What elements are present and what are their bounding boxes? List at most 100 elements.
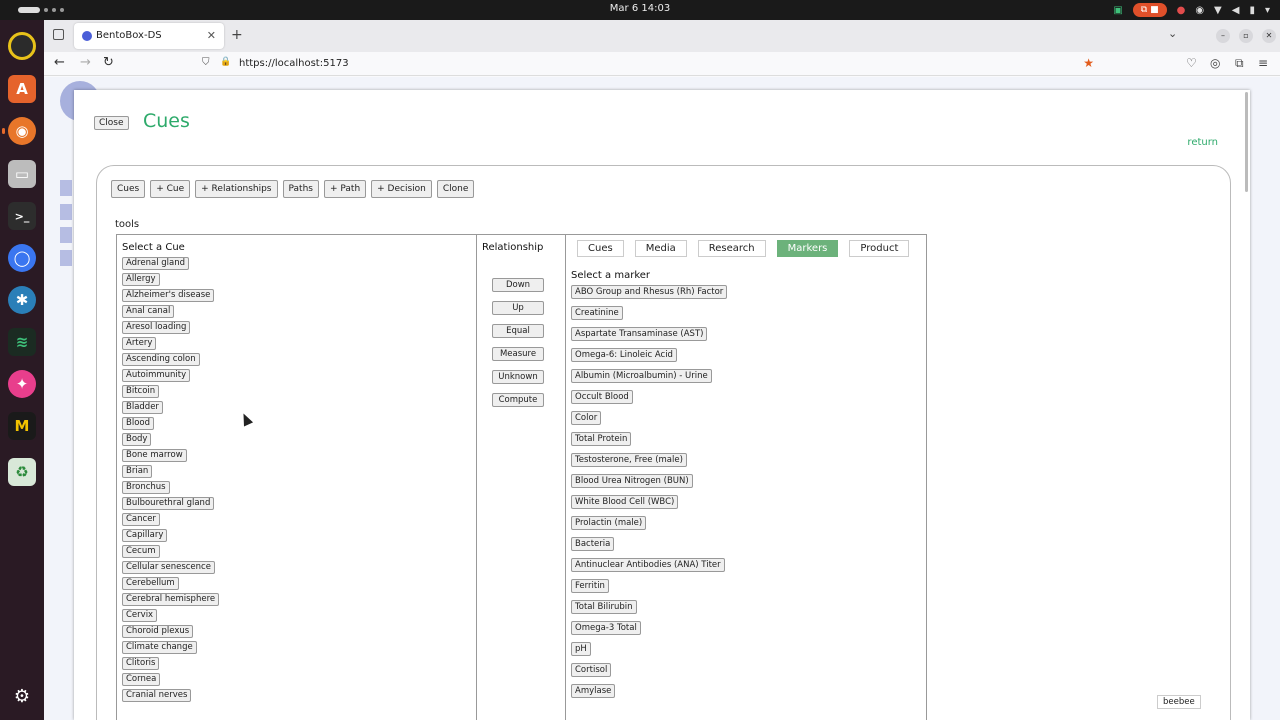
forward-icon[interactable]: →	[80, 55, 91, 70]
system-clock[interactable]: Mar 6 14:03	[0, 3, 1280, 14]
volume-icon[interactable]: ◀	[1232, 5, 1240, 16]
cue-item[interactable]: Choroid plexus	[122, 625, 194, 638]
browser-tab[interactable]: BentoBox-DS ✕	[74, 23, 224, 49]
cue-item[interactable]: Cerebellum	[122, 577, 179, 590]
cue-item[interactable]: Body	[122, 433, 152, 446]
cue-item[interactable]: Cellular senescence	[122, 561, 215, 574]
tab-research[interactable]: Research	[697, 240, 766, 257]
signal-icon[interactable]: ◯	[8, 244, 36, 272]
battery-icon[interactable]: ▮	[1249, 5, 1255, 16]
new-tab-icon[interactable]: +	[231, 27, 243, 43]
cue-item[interactable]: Cancer	[122, 513, 160, 526]
return-link[interactable]: return	[1187, 137, 1218, 148]
marker-item[interactable]: pH	[571, 642, 591, 656]
marker-item[interactable]: White Blood Cell (WBC)	[571, 495, 679, 509]
close-button[interactable]: Close	[94, 116, 129, 130]
marker-item[interactable]: Omega-3 Total	[571, 621, 641, 635]
url-bar[interactable]: ⛉ 🔒 https://localhost:5173 ★	[194, 54, 1094, 74]
accessibility-icon[interactable]: ◉	[1195, 5, 1204, 16]
cue-item[interactable]: Allergy	[122, 273, 160, 286]
marker-item[interactable]: ABO Group and Rhesus (Rh) Factor	[571, 285, 728, 299]
reload-icon[interactable]: ↻	[103, 55, 114, 70]
marker-item[interactable]: Antinuclear Antibodies (ANA) Titer	[571, 558, 725, 572]
cue-item[interactable]: Clitoris	[122, 657, 160, 670]
tab-cues[interactable]: Cues	[577, 240, 624, 257]
cue-item[interactable]: Cornea	[122, 673, 161, 686]
toolbar-button[interactable]: + Cue	[150, 180, 191, 198]
tab-product[interactable]: Product	[849, 240, 910, 257]
cue-item[interactable]: Capillary	[122, 529, 168, 542]
account-icon[interactable]: ◎	[1210, 56, 1220, 70]
marker-item[interactable]: Omega-6: Linoleic Acid	[571, 348, 677, 362]
marker-item[interactable]: Albumin (Microalbumin) - Urine	[571, 369, 712, 383]
close-window-icon[interactable]: ✕	[1262, 29, 1276, 43]
cue-item[interactable]: Autoimmunity	[122, 369, 191, 382]
files-icon[interactable]: ▭	[8, 160, 36, 188]
tab-markers[interactable]: Markers	[776, 240, 839, 257]
marker-item[interactable]: Total Protein	[571, 432, 632, 446]
m-app-icon[interactable]: M	[8, 412, 36, 440]
cue-item[interactable]: Climate change	[122, 641, 197, 654]
cue-item[interactable]: Anal canal	[122, 305, 175, 318]
marker-item[interactable]: Total Bilirubin	[571, 600, 637, 614]
maximize-icon[interactable]: ▫	[1239, 29, 1253, 43]
cue-item[interactable]: Bitcoin	[122, 385, 160, 398]
cue-item[interactable]: Alzheimer's disease	[122, 289, 215, 302]
cue-item[interactable]: Brian	[122, 465, 153, 478]
cue-item[interactable]: Blood	[122, 417, 154, 430]
relationship-button[interactable]: Compute	[492, 393, 544, 407]
cue-item[interactable]: Cerebral hemisphere	[122, 593, 220, 606]
trash-icon[interactable]: ♻	[8, 458, 36, 486]
toolbar-button[interactable]: + Path	[323, 180, 367, 198]
relationship-button[interactable]: Measure	[492, 347, 544, 361]
marker-item[interactable]: Creatinine	[571, 306, 623, 320]
extensions-icon[interactable]: ⧉	[1235, 56, 1244, 71]
tab-history-icon[interactable]	[53, 29, 64, 40]
toolbar-button[interactable]: Clone	[436, 180, 475, 198]
toolbar-button[interactable]: Paths	[282, 180, 319, 198]
rhythmbox-icon[interactable]	[8, 32, 36, 60]
cue-item[interactable]: Artery	[122, 337, 157, 350]
cue-item[interactable]: Aresol loading	[122, 321, 191, 334]
cue-item[interactable]: Bronchus	[122, 481, 170, 494]
power-menu-icon[interactable]: ▾	[1265, 5, 1270, 16]
minimize-icon[interactable]: –	[1216, 29, 1230, 43]
app-center-icon[interactable]: A	[8, 75, 36, 103]
color-app-icon[interactable]: ✦	[8, 370, 36, 398]
wifi-icon[interactable]: ▼	[1214, 5, 1222, 16]
toolbar-button[interactable]: Cues	[111, 180, 146, 198]
cue-item[interactable]: Bladder	[122, 401, 163, 414]
show-apps-icon[interactable]: ⚙	[8, 682, 36, 710]
cue-item[interactable]: Cervix	[122, 609, 158, 622]
marker-item[interactable]: Bacteria	[571, 537, 615, 551]
marker-item[interactable]: Aspartate Transaminase (AST)	[571, 327, 708, 341]
tab-media[interactable]: Media	[634, 240, 687, 257]
marker-item[interactable]: Color	[571, 411, 602, 425]
relationship-button[interactable]: Equal	[492, 324, 544, 338]
cue-item[interactable]: Adrenal gland	[122, 257, 190, 270]
marker-item[interactable]: Blood Urea Nitrogen (BUN)	[571, 474, 693, 488]
marker-item[interactable]: Occult Blood	[571, 390, 633, 404]
cue-item[interactable]: Bulbourethral gland	[122, 497, 215, 510]
relationship-button[interactable]: Unknown	[492, 370, 544, 384]
screen-recording-indicator[interactable]: ⧉ ■	[1132, 3, 1167, 17]
pocket-icon[interactable]: ♡	[1186, 56, 1197, 70]
beebee-badge[interactable]: beebee	[1157, 695, 1201, 709]
bookmark-star-icon[interactable]: ★	[1083, 56, 1094, 70]
app-icon-green[interactable]: ≋	[8, 328, 36, 356]
toolbar-button[interactable]: + Decision	[371, 180, 432, 198]
close-tab-icon[interactable]: ✕	[207, 29, 216, 42]
cue-item[interactable]: Cranial nerves	[122, 689, 192, 702]
shield-icon[interactable]: ⛉	[202, 57, 210, 68]
page-scrollbar[interactable]	[1245, 92, 1248, 192]
cue-item[interactable]: Ascending colon	[122, 353, 200, 366]
toolbar-button[interactable]: + Relationships	[195, 180, 278, 198]
terminal-icon[interactable]: >_	[8, 202, 36, 230]
cue-item[interactable]: Bone marrow	[122, 449, 187, 462]
marker-item[interactable]: Amylase	[571, 684, 616, 698]
firefox-icon[interactable]: ◉	[8, 117, 36, 145]
microphone-icon[interactable]: ●	[1177, 5, 1186, 16]
chevron-down-icon[interactable]: ⌄	[1168, 27, 1177, 40]
app-indicator-icon[interactable]: ▣	[1113, 5, 1122, 16]
lock-icon[interactable]: 🔒	[220, 57, 231, 67]
